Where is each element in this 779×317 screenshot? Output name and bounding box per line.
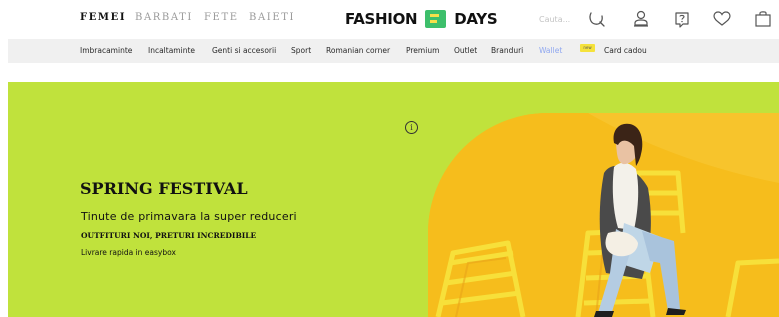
favorites-heart-icon[interactable] xyxy=(713,11,731,27)
hero-tagline: OUTFITURI NOI, PRETURI INCREDIBILE xyxy=(81,231,257,240)
nav-sport[interactable]: Sport xyxy=(291,46,311,55)
category-nav-bar: Imbracaminte Incaltaminte Genti si acces… xyxy=(8,39,779,63)
hero-title: SPRING FESTIVAL xyxy=(80,179,248,198)
search-box xyxy=(539,9,613,29)
nav-branduri[interactable]: Branduri xyxy=(491,46,523,55)
hero-subtitle: Tinute de primavara la super reduceri xyxy=(81,210,297,223)
logo-mark-icon xyxy=(425,10,447,28)
nav-premium[interactable]: Premium xyxy=(406,46,439,55)
new-badge: new xyxy=(580,44,595,52)
gender-tab-baieti[interactable]: BAIETI xyxy=(249,12,295,23)
nav-wallet[interactable]: Wallet xyxy=(539,46,562,55)
account-icon[interactable] xyxy=(633,10,649,27)
top-header: FEMEI BARBATI FETE BAIETI FASHION DAYS xyxy=(0,0,779,38)
nav-outlet[interactable]: Outlet xyxy=(454,46,477,55)
help-icon[interactable] xyxy=(673,10,691,28)
nav-imbracaminte[interactable]: Imbracaminte xyxy=(80,46,132,55)
hero-photo xyxy=(428,113,779,317)
search-icon[interactable] xyxy=(588,11,606,27)
site-logo[interactable]: FASHION DAYS xyxy=(345,7,498,31)
logo-word-right: DAYS xyxy=(454,10,498,28)
cart-bag-icon[interactable] xyxy=(754,10,772,28)
search-input[interactable] xyxy=(539,9,581,29)
gender-tab-femei[interactable]: FEMEI xyxy=(80,12,126,23)
nav-card-cadou[interactable]: Card cadou xyxy=(604,46,647,55)
gender-tab-barbati[interactable]: BARBATI xyxy=(135,12,193,23)
hero-delivery-note: Livrare rapida in easybox xyxy=(81,248,176,257)
nav-incaltaminte[interactable]: Incaltaminte xyxy=(148,46,195,55)
gender-tab-fete[interactable]: FETE xyxy=(204,12,239,23)
info-icon[interactable]: i xyxy=(405,121,418,134)
nav-genti-si-accesorii[interactable]: Genti si accesorii xyxy=(212,46,276,55)
logo-word-left: FASHION xyxy=(345,10,418,28)
nav-romanian-corner[interactable]: Romanian corner xyxy=(326,46,390,55)
